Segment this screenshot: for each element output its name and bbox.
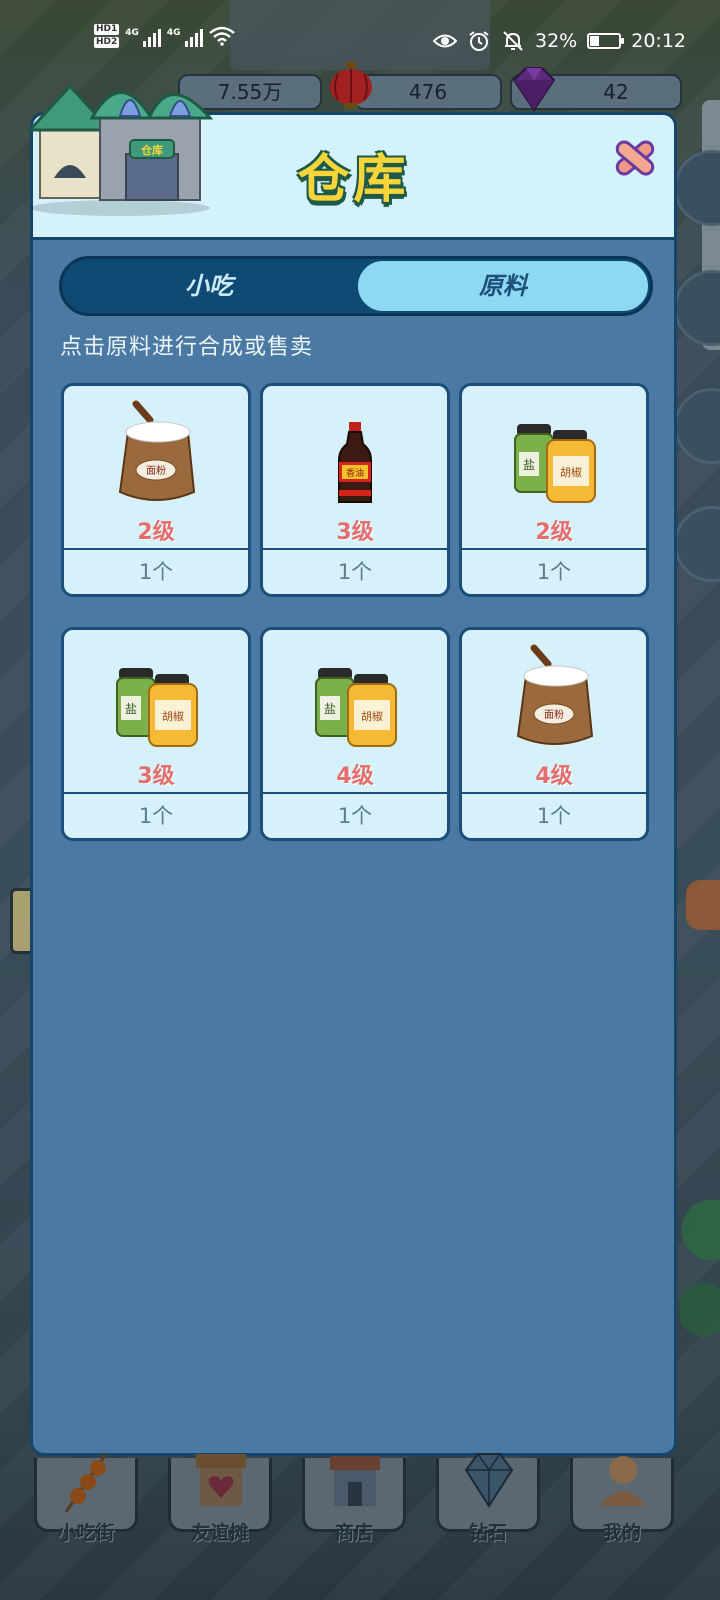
salt-label: 盐 bbox=[125, 702, 137, 716]
nav-label: 商店 bbox=[334, 1522, 373, 1544]
hd2-label: HD2 bbox=[94, 37, 120, 48]
flour-sack-icon: 面粉 bbox=[516, 644, 594, 745]
bottom-nav: 小吃街 友谊摊 商店 钻石 我的 bbox=[0, 1453, 720, 1600]
item-level: 2级 bbox=[137, 520, 175, 545]
lantern-icon bbox=[330, 62, 372, 108]
inventory-item-salt-pepper[interactable]: 盐 胡椒 3级 1个 bbox=[61, 627, 251, 841]
status-left: HD1 HD2 4G 4G bbox=[94, 24, 235, 48]
background-bag-icon bbox=[686, 880, 720, 930]
item-level: 3级 bbox=[137, 764, 175, 789]
eye-icon bbox=[433, 34, 457, 48]
salt-label: 盐 bbox=[324, 702, 336, 716]
pepper-label: 胡椒 bbox=[162, 709, 184, 723]
heart-stall-icon bbox=[196, 1454, 246, 1506]
flour-label: 面粉 bbox=[146, 464, 166, 477]
clock: 20:12 bbox=[631, 30, 686, 52]
lantern-counter[interactable]: 476 bbox=[354, 74, 502, 110]
bell-off-icon bbox=[503, 31, 523, 51]
item-level: 2级 bbox=[535, 520, 573, 545]
flour-label: 面粉 bbox=[544, 708, 564, 721]
salt-pepper-jars-icon: 盐 胡椒 bbox=[116, 668, 198, 747]
item-count: 1个 bbox=[536, 560, 572, 584]
item-level: 4级 bbox=[336, 764, 374, 789]
network-type-2: 4G bbox=[166, 28, 181, 38]
skewer-icon bbox=[64, 1453, 108, 1513]
nav-diamonds[interactable]: 钻石 bbox=[436, 1453, 540, 1588]
item-count: 1个 bbox=[337, 560, 373, 584]
flour-sack-icon: 面粉 bbox=[118, 400, 196, 501]
pepper-label: 胡椒 bbox=[361, 709, 383, 723]
salt-label: 盐 bbox=[523, 458, 535, 472]
hd1-label: HD1 bbox=[94, 24, 120, 35]
inventory-item-oil[interactable]: 香油 3级 1个 bbox=[260, 383, 450, 597]
nav-label: 小吃街 bbox=[57, 1522, 115, 1544]
salt-pepper-jars-icon: 盐 胡椒 bbox=[315, 668, 397, 747]
item-count: 1个 bbox=[138, 560, 174, 584]
signal-icon bbox=[184, 25, 203, 47]
battery-icon bbox=[587, 33, 625, 49]
item-level: 4级 bbox=[535, 764, 573, 789]
inventory-grid: 面粉 2级 1个 香油 3级 1个 盐 胡椒 2级 1个 盐 胡椒 3级 1个 … bbox=[61, 383, 653, 841]
nav-friendship-stall[interactable]: 友谊摊 bbox=[168, 1454, 272, 1588]
soy-sauce-bottle-icon: 香油 bbox=[338, 422, 372, 503]
gem-icon bbox=[512, 67, 556, 112]
tab-snacks[interactable]: 小吃 bbox=[62, 259, 356, 313]
hd-indicator: HD1 HD2 bbox=[94, 24, 120, 48]
nav-profile[interactable]: 我的 bbox=[570, 1456, 674, 1588]
nav-label: 友谊摊 bbox=[191, 1522, 249, 1544]
item-count: 1个 bbox=[337, 804, 373, 828]
oil-label: 香油 bbox=[346, 467, 364, 479]
warehouse-building-icon: 仓库 bbox=[26, 83, 214, 216]
pepper-label: 胡椒 bbox=[560, 465, 582, 479]
item-level: 3级 bbox=[336, 520, 374, 545]
nav-label: 我的 bbox=[602, 1522, 641, 1544]
signal-icon bbox=[142, 25, 161, 47]
instruction-text: 点击原料进行合成或售卖 bbox=[60, 335, 314, 360]
inventory-item-flour[interactable]: 面粉 4级 1个 bbox=[459, 627, 649, 841]
battery-fill bbox=[590, 36, 600, 46]
background-plant bbox=[680, 1190, 720, 1390]
wifi-icon bbox=[208, 26, 235, 46]
warehouse-modal: 仓库 小吃 原料 点击原料进行合成或售卖 面粉 2级 1个 香油 3级 1个 盐… bbox=[30, 112, 677, 1456]
inventory-item-flour[interactable]: 面粉 2级 1个 bbox=[61, 383, 251, 597]
salt-pepper-jars-icon: 盐 胡椒 bbox=[514, 424, 596, 503]
network-type-1: 4G bbox=[125, 28, 139, 38]
lantern-value: 476 bbox=[408, 80, 448, 104]
profile-icon bbox=[600, 1456, 646, 1506]
shop-icon bbox=[330, 1456, 380, 1506]
battery-percent: 32% bbox=[535, 30, 578, 52]
warehouse-sign: 仓库 bbox=[140, 143, 163, 157]
close-icon[interactable] bbox=[610, 135, 660, 181]
status-right: 32% 20:12 bbox=[433, 30, 686, 52]
inventory-item-salt-pepper[interactable]: 盐 胡椒 2级 1个 bbox=[459, 383, 649, 597]
nav-shop[interactable]: 商店 bbox=[302, 1456, 406, 1588]
nav-label: 钻石 bbox=[468, 1522, 507, 1544]
tab-materials[interactable]: 原料 bbox=[356, 259, 650, 313]
nav-snack-street[interactable]: 小吃街 bbox=[34, 1453, 138, 1588]
alarm-icon bbox=[469, 31, 489, 51]
inventory-item-salt-pepper[interactable]: 盐 胡椒 4级 1个 bbox=[260, 627, 450, 841]
item-count: 1个 bbox=[138, 804, 174, 828]
diamond-icon bbox=[464, 1453, 514, 1508]
category-tabs: 小吃 原料 bbox=[59, 256, 653, 316]
item-count: 1个 bbox=[536, 804, 572, 828]
